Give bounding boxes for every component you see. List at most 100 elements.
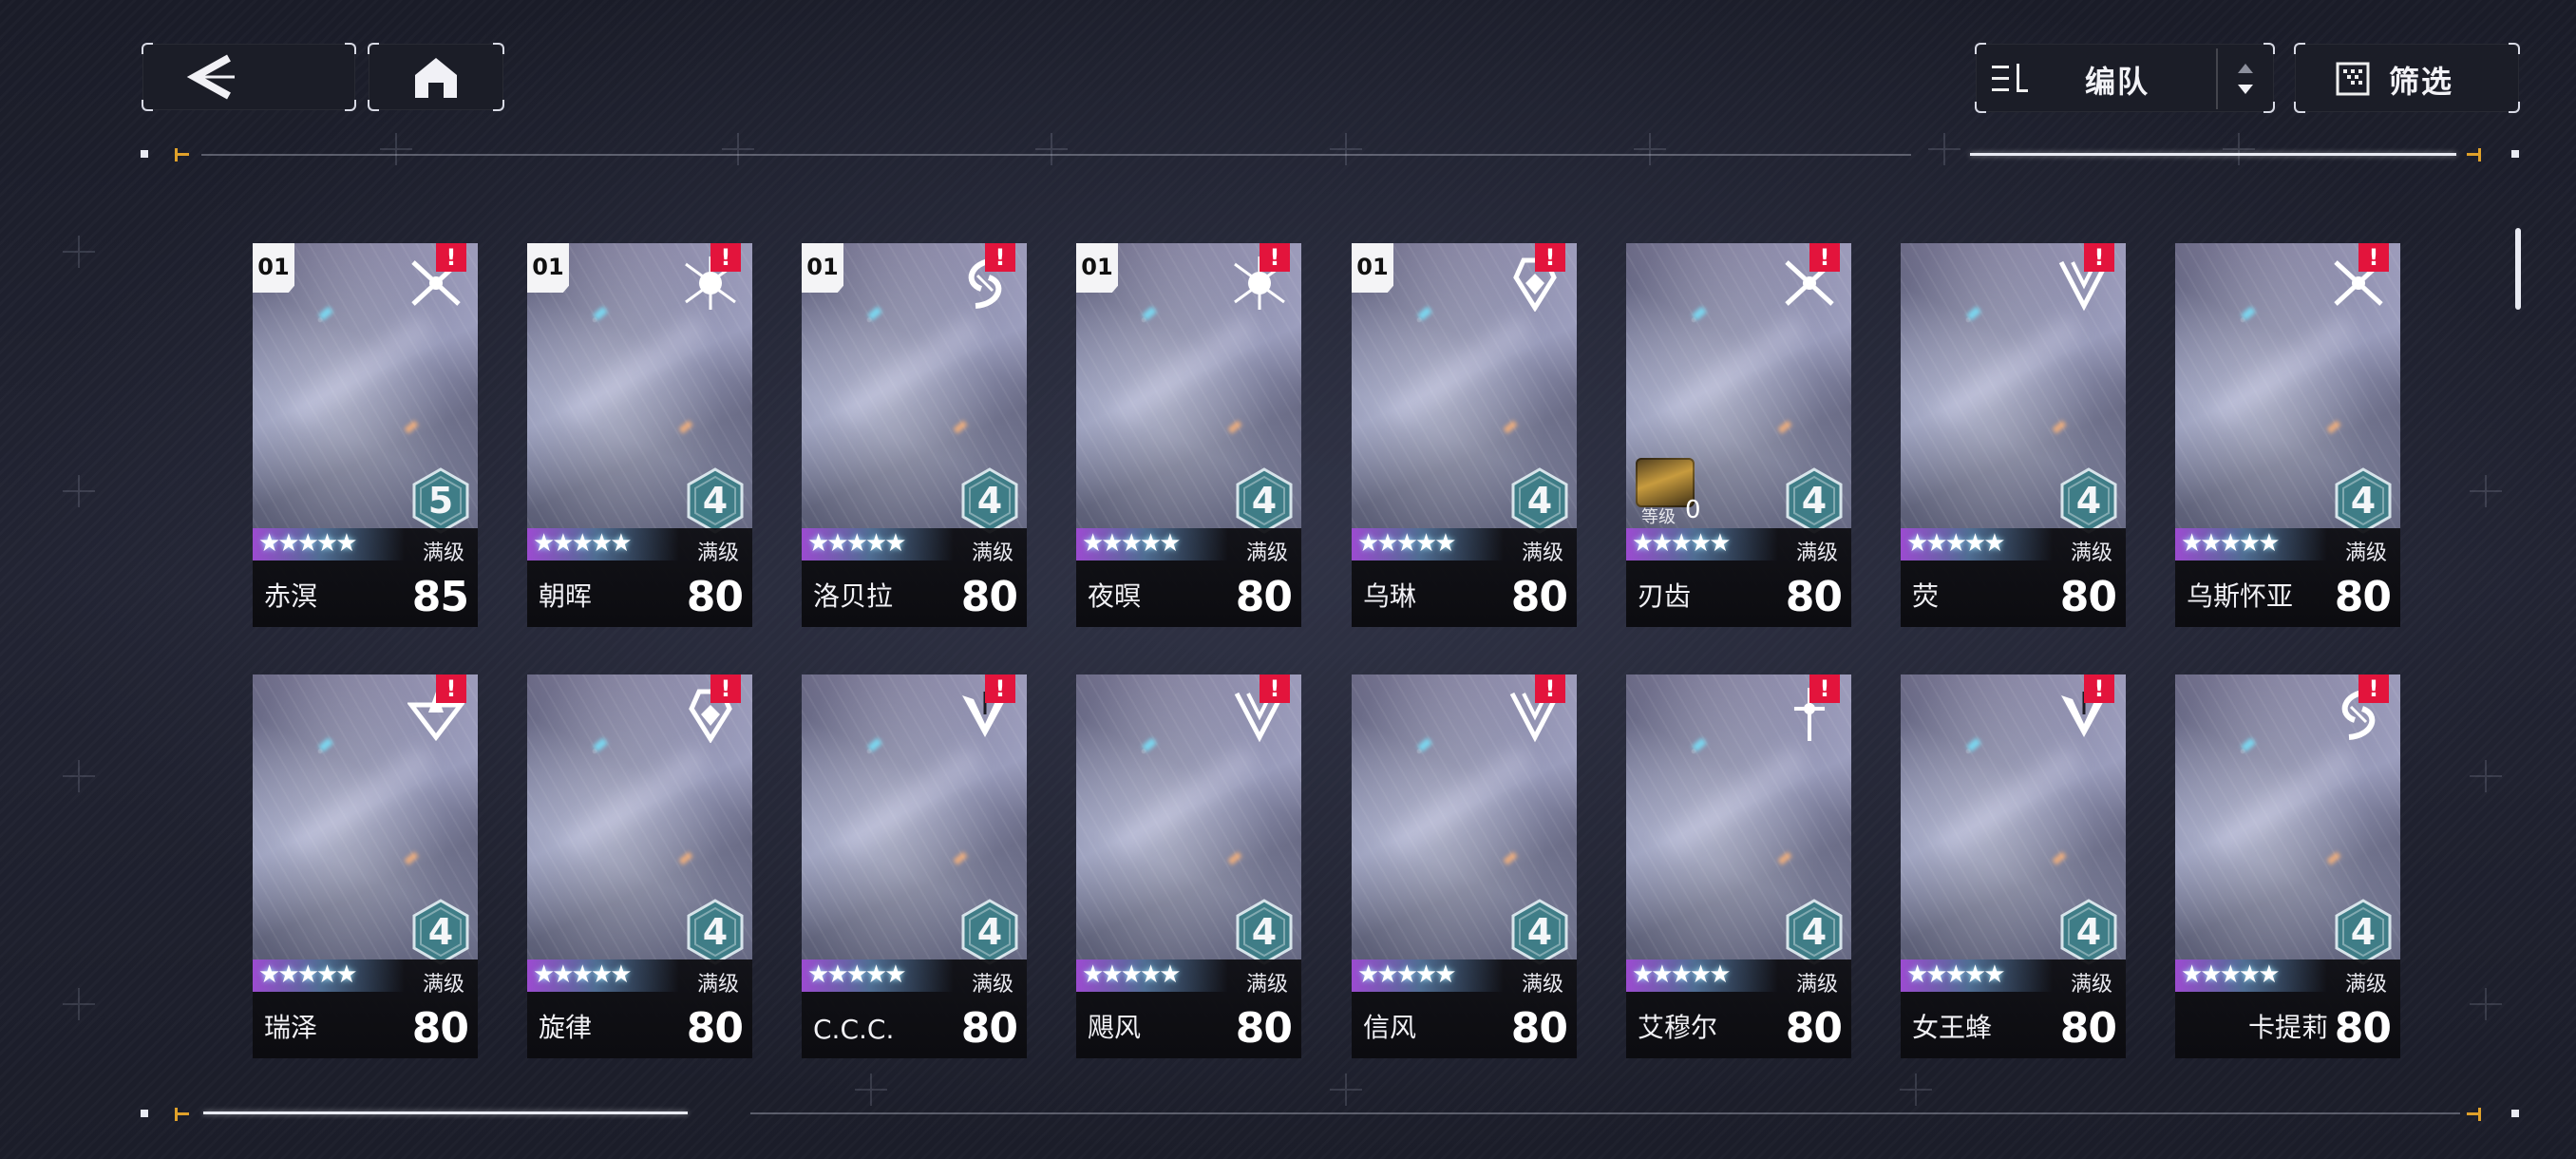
rank-value: 4 [1251,480,1278,522]
character-card[interactable]: ! 4 ★★★★★ 满级荧 80 [1901,243,2126,627]
character-name: 艾穆尔 [1638,1012,1718,1043]
star-rating-bar: ★★★★★ [1901,528,2053,560]
star-rating: ★★★★★ [533,529,633,558]
card-art-highlight [1966,306,1981,321]
character-level: 80 [1785,1004,1843,1053]
name-plate: ★★★★★ 满级 瑞泽 80 [253,960,478,1058]
character-name: 夜暝 [1088,580,1142,612]
character-name: 刃齿 [1638,580,1692,612]
star-rating-bar: ★★★★★ [1626,528,1778,560]
card-art-highlight [2210,314,2358,426]
card-art-highlight [1692,737,1707,752]
character-card[interactable]: ! 4 ★★★★★ 满级 旋律 80 [527,674,752,1058]
card-art-highlight [1142,737,1157,752]
card-art-highlight [1387,314,1535,426]
character-level: 80 [960,1004,1018,1053]
star-rating-bar: ★★★★★ [1352,528,1504,560]
star-rating-bar: ★★★★★ [802,528,954,560]
card-art-highlight [318,306,333,321]
character-card[interactable]: ! 4 ★★★★★ 满级 飓风 80 [1076,674,1301,1058]
card-art-highlight [867,737,882,752]
sort-order-icon[interactable] [2216,48,2271,109]
card-art-highlight [2210,745,2358,857]
character-name: 信风 [1363,1012,1417,1043]
card-art-highlight [1227,851,1242,865]
rank-value: 4 [702,480,729,522]
rank-badge: 4 [1785,899,1844,965]
character-card[interactable]: ! 4 ★★★★★ 满级 信风 80 [1352,674,1577,1058]
rank-value: 4 [2075,911,2102,953]
character-name: 卡提莉 [2247,1012,2328,1043]
max-level-label: 满级 [1245,542,1288,565]
card-art-highlight [837,314,985,426]
weapon-level-label: 等级 [1641,507,1676,527]
background-plus-decor [63,236,95,268]
alert-badge: ! [1535,243,1565,272]
card-art-highlight [1777,420,1792,434]
character-card[interactable]: ! 等级 0 4 ★★★★★ 满级 刃齿 80 [1626,243,1851,627]
rule-tick [2466,1108,2481,1121]
character-card[interactable]: ! 4 ★★★★★ 满级 卡提莉 80 [2175,674,2400,1058]
character-card[interactable]: 01! 4 ★★★★★ 满级 夜暝 80 [1076,243,1301,627]
rank-value: 4 [976,911,1003,953]
card-art-highlight [1936,745,2084,857]
rank-value: 4 [1251,911,1278,953]
squad-number-badge: 01 [527,243,569,293]
alert-badge: ! [2084,243,2114,272]
bottom-divider-highlight [203,1112,688,1114]
character-card[interactable]: 01! 4 ★★★★★ 满级 洛贝拉 80 [802,243,1027,627]
star-rating: ★★★★★ [807,960,907,989]
rank-value: 4 [2350,911,2377,953]
star-rating: ★★★★★ [258,960,358,989]
background-plus-decor [63,988,95,1020]
character-name: 飓风 [1088,1012,1142,1043]
character-card[interactable]: ! 4 ★★★★★ 满级 C.C.C. 80 [802,674,1027,1058]
card-art-highlight [1777,851,1792,865]
character-card[interactable]: ! 4 ★★★★★ 满级 乌斯怀亚 80 [2175,243,2400,627]
max-level-label: 满级 [2070,973,2112,997]
name-plate: ★★★★★ 满级 卡提莉 80 [2175,960,2400,1058]
card-art-highlight [2326,851,2341,865]
rank-badge: 4 [960,899,1019,965]
character-level: 80 [1235,573,1293,621]
character-level: 85 [411,573,469,621]
rank-value: 4 [2075,480,2102,522]
character-card[interactable]: ! 4 ★★★★★ 满级 艾穆尔 80 [1626,674,1851,1058]
alert-badge: ! [710,243,741,272]
character-card[interactable]: 01! 5 ★★★★★ 满级 赤溟 85 [253,243,478,627]
card-art-highlight [1417,306,1432,321]
max-level-label: 满级 [2070,542,2112,565]
name-plate: ★★★★★ 满级 赤溟 85 [253,528,478,627]
character-name: 洛贝拉 [813,580,894,612]
character-card[interactable]: 01! 4 ★★★★★ 满级 乌琳 80 [1352,243,1577,627]
rank-badge: 4 [686,899,745,965]
card-art-highlight [2241,306,2256,321]
rule-end-dot [141,150,148,158]
rank-badge: 4 [411,899,470,965]
sort-dropdown[interactable]: 编队 [1975,43,2275,113]
card-art-highlight [953,420,968,434]
alert-badge: ! [1809,674,1840,703]
character-card[interactable]: 01! 4 ★★★★★ 满级 朝晖 80 [527,243,752,627]
scrollbar-thumb[interactable] [2515,228,2521,310]
background-plus-decor [63,475,95,507]
rank-value: 4 [1526,480,1553,522]
max-level-label: 满级 [2344,542,2387,565]
back-button[interactable] [142,43,356,111]
card-art-highlight [1227,420,1242,434]
rank-badge: 5 [411,467,470,534]
star-rating-bar: ★★★★★ [2175,960,2327,992]
character-card[interactable]: ! 4 ★★★★★ 满级 女王蜂 80 [1901,674,2126,1058]
max-level-label: 满级 [2344,973,2387,997]
name-plate: ★★★★★ 满级 乌斯怀亚 80 [2175,528,2400,627]
character-name: 荧 [1912,580,1940,612]
max-level-label: 满级 [1521,542,1563,565]
home-button[interactable] [368,43,504,111]
card-art-highlight [1503,420,1518,434]
card-art-highlight [1142,306,1157,321]
filter-button[interactable]: 筛选 [2294,43,2520,113]
character-card[interactable]: ! 4 ★★★★★ 满级 瑞泽 80 [253,674,478,1058]
squad-number-badge: 01 [802,243,843,293]
name-plate: ★★★★★ 满级 旋律 80 [527,960,752,1058]
star-rating-bar: ★★★★★ [1352,960,1504,992]
